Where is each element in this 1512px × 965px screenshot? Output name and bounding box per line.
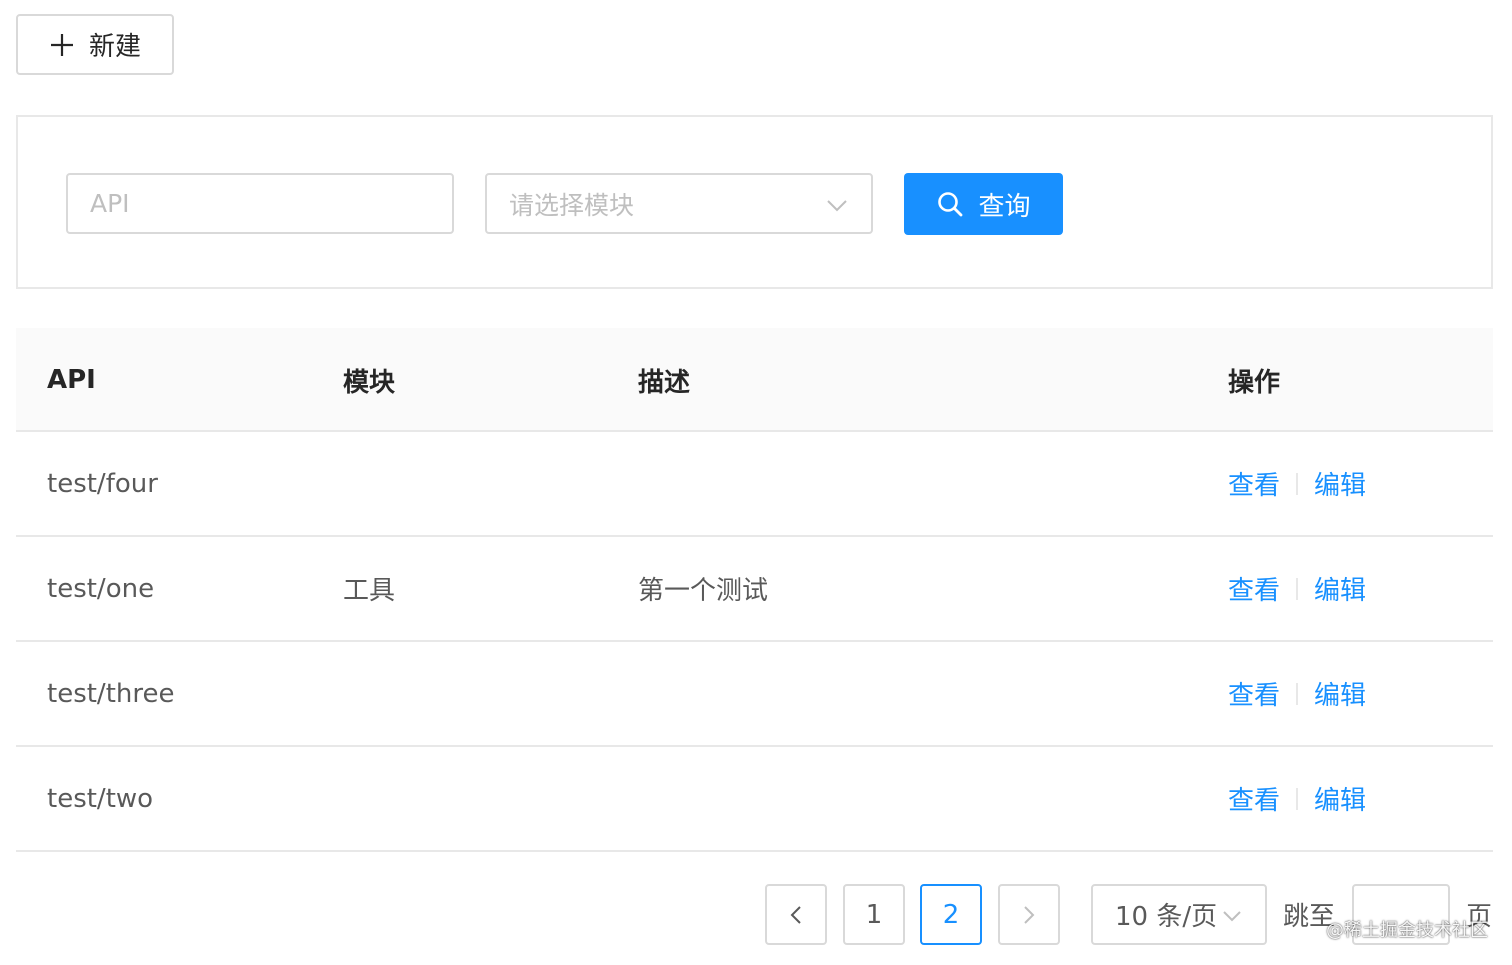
table-header: API 模块 描述 操作: [16, 328, 1493, 432]
chevron-left-icon: [790, 905, 801, 924]
chevron-right-icon: [1024, 905, 1035, 924]
module-select-placeholder: 请选择模块: [509, 190, 635, 220]
page-1-button[interactable]: 1: [843, 884, 905, 945]
query-button[interactable]: 查询: [904, 173, 1063, 235]
table-row: test/one 工具 第一个测试 查看 编辑: [16, 537, 1493, 642]
edit-link[interactable]: 编辑: [1314, 465, 1366, 502]
jump-label: 跳至: [1283, 902, 1336, 932]
page-2-button[interactable]: 2: [920, 884, 982, 945]
edit-link[interactable]: 编辑: [1314, 780, 1366, 817]
header-description: 描述: [638, 367, 691, 398]
next-page-button[interactable]: [998, 884, 1060, 945]
chevron-down-icon: [1223, 911, 1241, 922]
page-suffix-label: 页: [1466, 902, 1493, 932]
prev-page-button[interactable]: [765, 884, 827, 945]
view-link[interactable]: 查看: [1228, 570, 1280, 607]
new-button[interactable]: 新建: [16, 14, 174, 75]
module-select[interactable]: 请选择模块: [485, 173, 873, 234]
api-search-input[interactable]: [66, 173, 454, 234]
cell-actions: 查看 编辑: [1228, 747, 1366, 850]
cell-api: test/one: [47, 573, 155, 604]
action-divider: [1296, 577, 1299, 600]
page-size-value: 10 条/页: [1115, 902, 1218, 932]
search-icon: [938, 192, 963, 217]
query-button-label: 查询: [978, 190, 1031, 221]
page: 新建 请选择模块 查询 API 模块 描述 操作 test/four: [0, 0, 1512, 965]
table-row: test/four 查看 编辑: [16, 432, 1493, 537]
action-divider: [1296, 472, 1299, 495]
new-button-label: 新建: [88, 31, 141, 61]
view-link[interactable]: 查看: [1228, 780, 1280, 817]
cell-actions: 查看 编辑: [1228, 537, 1366, 640]
header-actions: 操作: [1228, 367, 1281, 398]
api-table: API 模块 描述 操作 test/four 查看 编辑 test/one 工具…: [16, 328, 1493, 852]
page-size-select[interactable]: 10 条/页: [1091, 884, 1267, 945]
header-api: API: [47, 365, 96, 395]
edit-link[interactable]: 编辑: [1314, 570, 1366, 607]
view-link[interactable]: 查看: [1228, 465, 1280, 502]
action-divider: [1296, 787, 1299, 810]
cell-actions: 查看 编辑: [1228, 642, 1366, 745]
jump-page-input[interactable]: [1352, 884, 1450, 945]
table-row: test/two 查看 编辑: [16, 747, 1493, 852]
plus-icon: [50, 33, 73, 56]
header-module: 模块: [343, 367, 396, 398]
action-divider: [1296, 682, 1299, 705]
chevron-down-icon: [827, 200, 847, 212]
search-panel: 请选择模块 查询: [16, 115, 1493, 289]
edit-link[interactable]: 编辑: [1314, 675, 1366, 712]
cell-api: test/three: [47, 678, 175, 709]
cell-actions: 查看 编辑: [1228, 432, 1366, 535]
cell-module: 工具: [343, 576, 396, 606]
table-row: test/three 查看 编辑: [16, 642, 1493, 747]
view-link[interactable]: 查看: [1228, 675, 1280, 712]
cell-description: 第一个测试: [638, 576, 769, 606]
cell-api: test/two: [47, 783, 154, 814]
cell-api: test/four: [47, 468, 158, 499]
